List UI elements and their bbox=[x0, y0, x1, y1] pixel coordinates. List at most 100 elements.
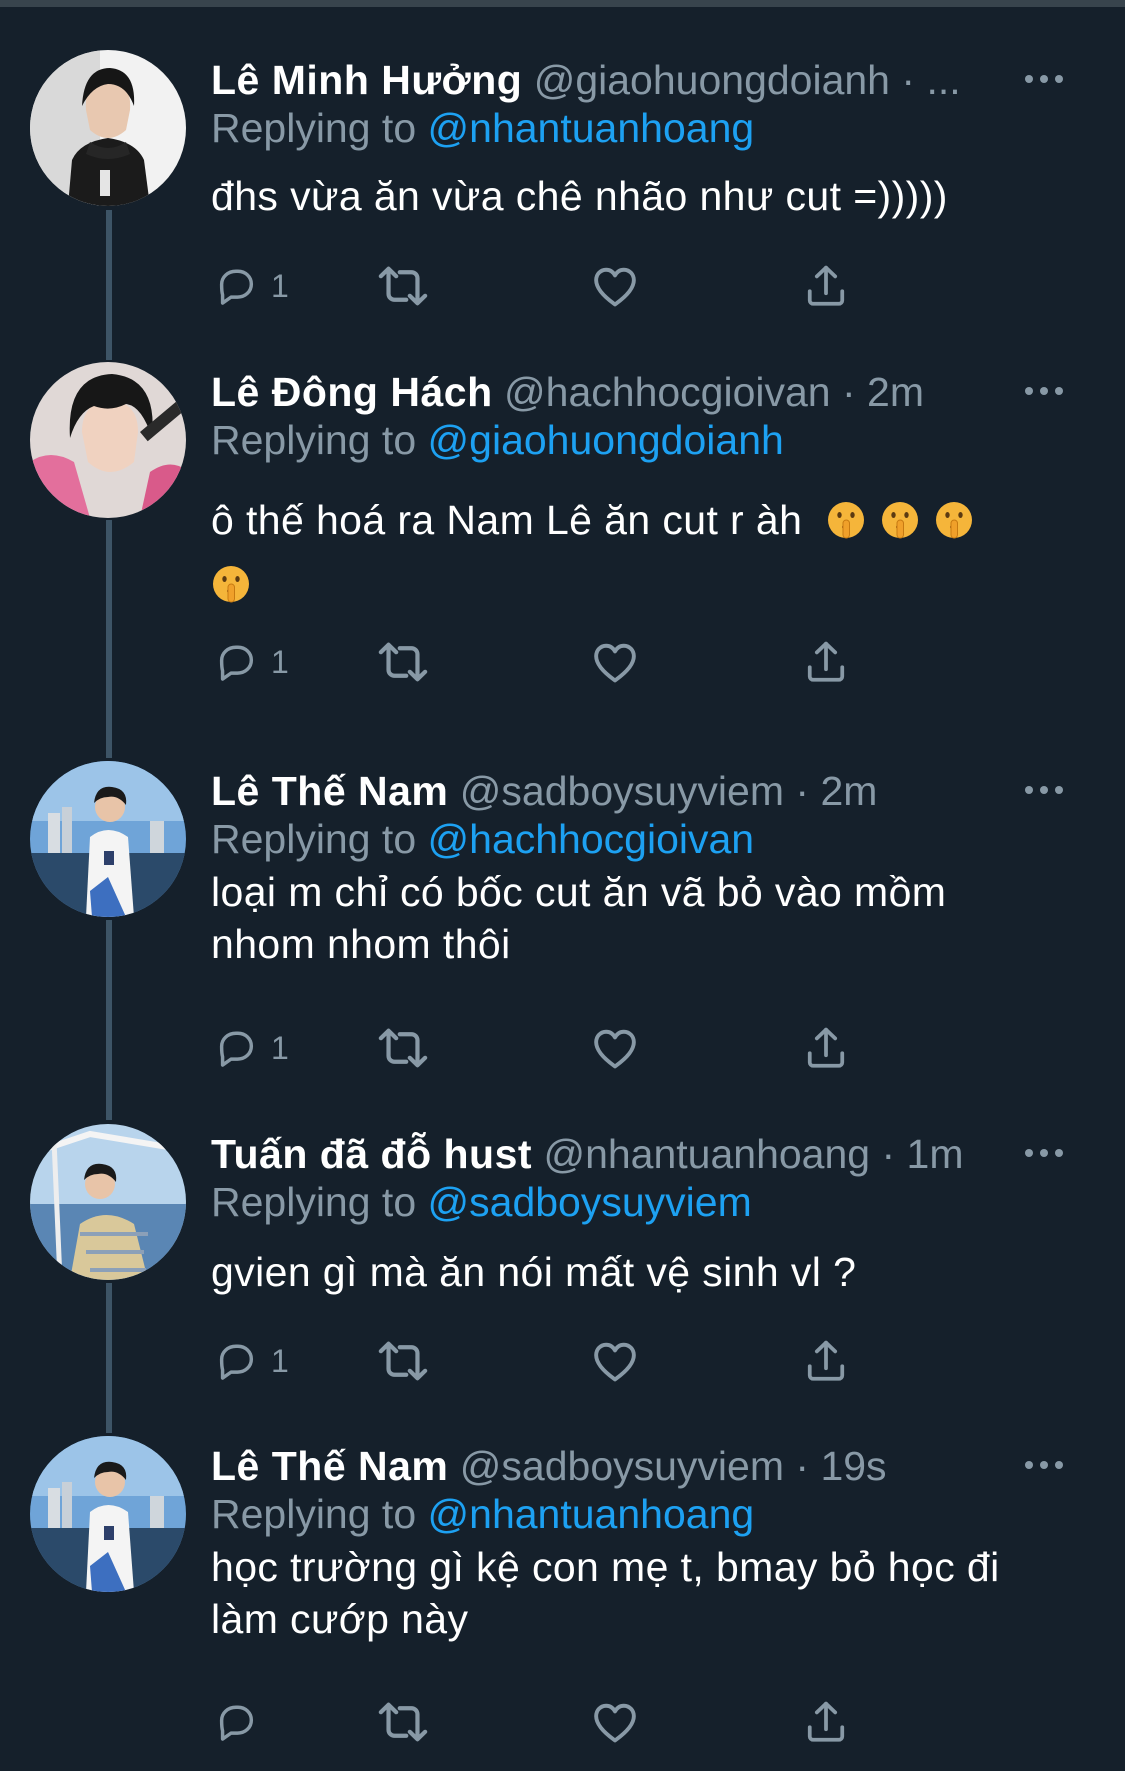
tweet[interactable]: Lê Đông Hách @hachhocgioivan · 2m Replyi… bbox=[0, 362, 1125, 692]
tweet[interactable]: Lê Thế Nam @sadboysuyviem · 19s Replying… bbox=[0, 1436, 1125, 1771]
tweet-text-content: ô thế hoá ra Nam Lê ăn cut r àh bbox=[211, 497, 803, 543]
avatar[interactable] bbox=[30, 1124, 186, 1280]
timestamp[interactable]: · 2m bbox=[842, 369, 924, 415]
tweet-text-content: học trường gì kệ con mẹ t, bmay bỏ học đ… bbox=[211, 1544, 1000, 1642]
tweet[interactable]: Lê Minh Hưởng @giaohuongdoianh · ... Rep… bbox=[0, 50, 1125, 310]
share-icon bbox=[801, 261, 851, 311]
reply-count: 1 bbox=[271, 643, 289, 680]
replying-to-label: Replying to bbox=[211, 417, 417, 463]
heart-icon bbox=[589, 1335, 641, 1387]
timestamp[interactable]: · 19s bbox=[795, 1443, 886, 1489]
username[interactable]: @sadboysuyviem bbox=[460, 1443, 784, 1489]
replying-to: Replying to @giaohuongdoianh bbox=[211, 412, 784, 468]
more-dots-icon[interactable] bbox=[1022, 1138, 1066, 1168]
username[interactable]: @nhantuanhoang bbox=[543, 1131, 870, 1177]
shushing-face-emoji bbox=[880, 500, 920, 540]
tweet-text-content: gvien gì mà ăn nói mất vệ sinh vl ? bbox=[211, 1249, 857, 1295]
replying-to: Replying to @nhantuanhoang bbox=[211, 100, 754, 156]
tweet-text-content: loại m chỉ có bốc cut ăn vã bỏ vào mồm n… bbox=[211, 869, 947, 967]
tweet[interactable]: Lê Thế Nam @sadboysuyviem · 2m Replying … bbox=[0, 761, 1125, 1081]
action-bar: 1 bbox=[211, 258, 911, 314]
avatar[interactable] bbox=[30, 761, 186, 917]
more-dots-icon[interactable] bbox=[1022, 376, 1066, 406]
mention-link[interactable]: @nhantuanhoang bbox=[428, 1491, 755, 1537]
heart-icon bbox=[589, 1022, 641, 1074]
retweet-icon bbox=[375, 634, 431, 690]
mention-link[interactable]: @giaohuongdoianh bbox=[428, 417, 784, 463]
display-name[interactable]: Lê Thế Nam bbox=[211, 768, 448, 814]
tweet[interactable]: Tuấn đã đỗ hust @nhantuanhoang · 1m Repl… bbox=[0, 1124, 1125, 1394]
tweet-text: ô thế hoá ra Nam Lê ăn cut r àh bbox=[211, 488, 1071, 616]
tweet-text: học trường gì kệ con mẹ t, bmay bỏ học đ… bbox=[211, 1541, 1071, 1645]
display-name[interactable]: Lê Thế Nam bbox=[211, 1443, 448, 1489]
reply-count: 1 bbox=[271, 1029, 289, 1066]
retweet-icon bbox=[375, 1694, 431, 1750]
reply-icon bbox=[213, 1699, 259, 1745]
replying-to: Replying to @nhantuanhoang bbox=[211, 1486, 754, 1542]
replying-to: Replying to @hachhocgioivan bbox=[211, 811, 754, 867]
display-name[interactable]: Lê Minh Hưởng bbox=[211, 57, 522, 103]
share-icon bbox=[801, 1336, 851, 1386]
reply-button[interactable]: 1 bbox=[213, 1333, 289, 1389]
reply-icon bbox=[213, 1025, 259, 1071]
more-dots-icon[interactable] bbox=[1022, 64, 1066, 94]
shushing-face-emoji bbox=[934, 500, 974, 540]
reply-button[interactable]: 1 bbox=[213, 258, 289, 314]
share-icon bbox=[801, 1023, 851, 1073]
reply-button[interactable] bbox=[213, 1694, 271, 1750]
replying-to: Replying to @sadboysuyviem bbox=[211, 1174, 752, 1230]
retweet-button[interactable] bbox=[375, 1020, 431, 1076]
timestamp[interactable]: · ... bbox=[901, 57, 960, 103]
shushing-face-emoji bbox=[826, 500, 866, 540]
tweet-text: loại m chỉ có bốc cut ăn vã bỏ vào mồm n… bbox=[211, 866, 1001, 970]
avatar[interactable] bbox=[30, 362, 186, 518]
reply-icon bbox=[213, 263, 259, 309]
like-button[interactable] bbox=[589, 634, 641, 690]
retweet-button[interactable] bbox=[375, 1694, 431, 1750]
display-name[interactable]: Lê Đông Hách bbox=[211, 369, 493, 415]
avatar[interactable] bbox=[30, 1436, 186, 1592]
like-button[interactable] bbox=[589, 1333, 641, 1389]
retweet-icon bbox=[375, 1333, 431, 1389]
action-bar: 1 bbox=[211, 634, 911, 690]
action-bar bbox=[211, 1694, 911, 1750]
avatar[interactable] bbox=[30, 50, 186, 206]
share-button[interactable] bbox=[801, 1333, 851, 1389]
top-divider bbox=[0, 0, 1125, 7]
tweet-text: gvien gì mà ăn nói mất vệ sinh vl ? bbox=[211, 1246, 1071, 1298]
reply-count: 1 bbox=[271, 267, 289, 304]
retweet-button[interactable] bbox=[375, 258, 431, 314]
heart-icon bbox=[589, 636, 641, 688]
retweet-icon bbox=[375, 258, 431, 314]
display-name[interactable]: Tuấn đã đỗ hust bbox=[211, 1131, 532, 1177]
reply-count: 1 bbox=[271, 1342, 289, 1379]
timestamp[interactable]: · 2m bbox=[795, 768, 877, 814]
mention-link[interactable]: @nhantuanhoang bbox=[428, 105, 755, 151]
like-button[interactable] bbox=[589, 1694, 641, 1750]
reply-icon bbox=[213, 639, 259, 685]
shushing-face-emoji bbox=[211, 564, 251, 604]
reply-button[interactable]: 1 bbox=[213, 634, 289, 690]
like-button[interactable] bbox=[589, 258, 641, 314]
tweet-text: đhs vừa ăn vừa chê nhão như cut =))))) bbox=[211, 170, 1071, 222]
mention-link[interactable]: @hachhocgioivan bbox=[428, 816, 755, 862]
reply-button[interactable]: 1 bbox=[213, 1020, 289, 1076]
username[interactable]: @giaohuongdoianh bbox=[534, 57, 890, 103]
replying-to-label: Replying to bbox=[211, 816, 417, 862]
retweet-button[interactable] bbox=[375, 634, 431, 690]
timestamp[interactable]: · 1m bbox=[882, 1131, 964, 1177]
share-button[interactable] bbox=[801, 258, 851, 314]
action-bar: 1 bbox=[211, 1020, 911, 1076]
more-dots-icon[interactable] bbox=[1022, 1450, 1066, 1480]
heart-icon bbox=[589, 260, 641, 312]
username[interactable]: @sadboysuyviem bbox=[460, 768, 784, 814]
more-dots-icon[interactable] bbox=[1022, 775, 1066, 805]
like-button[interactable] bbox=[589, 1020, 641, 1076]
share-button[interactable] bbox=[801, 634, 851, 690]
mention-link[interactable]: @sadboysuyviem bbox=[428, 1179, 752, 1225]
share-button[interactable] bbox=[801, 1694, 851, 1750]
heart-icon bbox=[589, 1696, 641, 1748]
share-button[interactable] bbox=[801, 1020, 851, 1076]
retweet-button[interactable] bbox=[375, 1333, 431, 1389]
username[interactable]: @hachhocgioivan bbox=[504, 369, 831, 415]
